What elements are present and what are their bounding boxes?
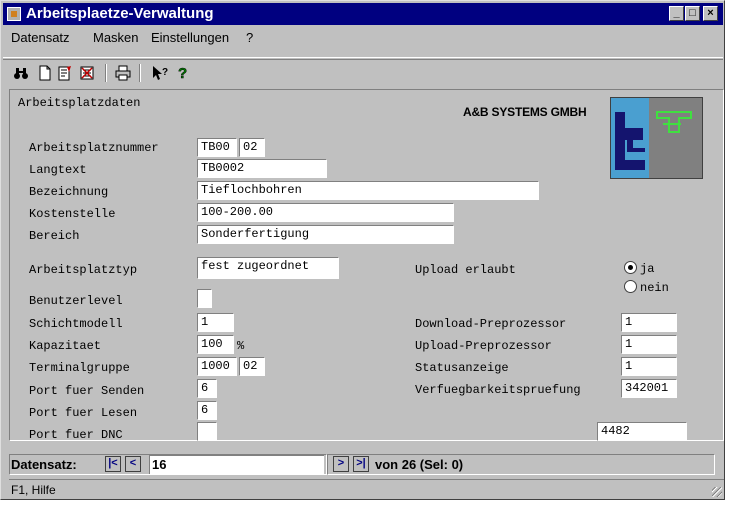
kostenstelle-field[interactable]: 100-200.00 bbox=[197, 203, 454, 222]
label-kapazitaet: Kapazitaet bbox=[29, 339, 102, 353]
label-arbeitsplatznummer: Arbeitsplatznummer bbox=[29, 141, 159, 155]
bereich-field[interactable]: Sonderfertigung bbox=[197, 225, 454, 244]
terminalgruppe-suffix-field[interactable]: 02 bbox=[239, 357, 265, 376]
upload-ja-label: ja bbox=[640, 262, 655, 276]
application-window: Arbeitsplaetze-Verwaltung _ □ × Datensat… bbox=[0, 0, 725, 500]
label-kostenstelle: Kostenstelle bbox=[29, 207, 116, 221]
label-upload-preprozessor: Upload-Preprozessor bbox=[415, 339, 552, 353]
benutzerlevel-field[interactable] bbox=[197, 289, 212, 308]
context-help-icon[interactable]: ? bbox=[151, 65, 168, 81]
binoculars-icon[interactable] bbox=[13, 65, 29, 81]
bezeichnung-field[interactable]: Tieflochbohren bbox=[197, 181, 539, 200]
arbeitsplatztyp-select[interactable]: fest zugeordnet bbox=[197, 257, 339, 279]
label-upload-erlaubt: Upload erlaubt bbox=[415, 263, 516, 277]
arbeitsplatznummer-suffix-field[interactable]: 02 bbox=[239, 138, 265, 157]
next-record-button[interactable]: > bbox=[333, 456, 349, 472]
menu-bar: Datensatz Masken Einstellungen ? bbox=[3, 26, 723, 48]
window-title: Arbeitsplaetze-Verwaltung bbox=[26, 5, 214, 22]
close-button[interactable]: × bbox=[703, 6, 718, 21]
statusanzeige-field[interactable]: 1 bbox=[621, 357, 677, 376]
print-icon[interactable] bbox=[115, 65, 131, 81]
resize-grip[interactable] bbox=[712, 487, 722, 497]
label-port-senden: Port fuer Senden bbox=[29, 384, 145, 398]
title-bar: Arbeitsplaetze-Verwaltung _ □ × bbox=[3, 3, 723, 25]
label-schichtmodell: Schichtmodell bbox=[29, 317, 123, 331]
langtext-field[interactable]: TB0002 bbox=[197, 159, 327, 178]
port-lesen-field[interactable]: 6 bbox=[197, 401, 217, 420]
terminalgruppe-field[interactable]: 1000 bbox=[197, 357, 237, 376]
arbeitsplatznummer-field[interactable]: TB00 bbox=[197, 138, 237, 157]
label-bezeichnung: Bezeichnung bbox=[29, 185, 109, 199]
port-senden-field[interactable]: 6 bbox=[197, 379, 217, 398]
label-benutzerlevel: Benutzerlevel bbox=[29, 294, 123, 308]
app-icon[interactable] bbox=[7, 7, 21, 21]
toolbar-divider bbox=[3, 57, 723, 58]
record-label: Datensatz: bbox=[11, 457, 77, 472]
help-hint: F1, Hilfe bbox=[11, 483, 56, 497]
label-bereich: Bereich bbox=[29, 229, 80, 243]
status-bar: F1, Hilfe bbox=[9, 479, 724, 499]
download-preprozessor-field[interactable]: 1 bbox=[621, 313, 677, 332]
kapazitaet-unit: % bbox=[237, 339, 245, 353]
kapazitaet-field[interactable]: 100 bbox=[197, 335, 234, 354]
maximize-button[interactable]: □ bbox=[685, 6, 700, 21]
upload-nein-radio[interactable] bbox=[624, 280, 637, 293]
upload-ja-radio[interactable] bbox=[624, 261, 637, 274]
delete-document-icon[interactable] bbox=[79, 65, 95, 81]
label-port-lesen: Port fuer Lesen bbox=[29, 406, 138, 420]
upload-nein-label: nein bbox=[640, 281, 669, 295]
upload-preprozessor-field[interactable]: 1 bbox=[621, 335, 677, 354]
svg-text:?: ? bbox=[178, 65, 187, 81]
record-count-text: von 26 (Sel: 0) bbox=[375, 457, 464, 472]
label-arbeitsplatztyp: Arbeitsplatztyp bbox=[29, 263, 138, 277]
label-terminalgruppe: Terminalgruppe bbox=[29, 361, 130, 375]
minimize-button[interactable]: _ bbox=[669, 6, 684, 21]
label-download-preprozessor: Download-Preprozessor bbox=[415, 317, 567, 331]
help-icon[interactable]: ? bbox=[175, 65, 191, 83]
toolbar bbox=[3, 59, 723, 87]
previous-record-button[interactable]: < bbox=[125, 456, 141, 472]
record-number-field[interactable]: 16 bbox=[149, 455, 324, 474]
record-navigation-bar: Datensatz: |< < 16 > >| von 26 (Sel: 0) bbox=[9, 452, 724, 477]
svg-text:?: ? bbox=[162, 67, 168, 78]
label-port-dnc: Port fuer DNC bbox=[29, 428, 123, 442]
company-logo bbox=[610, 97, 703, 179]
verfuegbarkeitspruefung-field[interactable]: 342001 bbox=[621, 379, 677, 398]
first-record-button[interactable]: |< bbox=[105, 456, 121, 472]
label-verfuegbarkeitspruefung: Verfuegbarkeitspruefung bbox=[415, 383, 581, 397]
toolbar-separator bbox=[139, 64, 141, 82]
toolbar-separator bbox=[105, 64, 107, 82]
menu-datensatz[interactable]: Datensatz bbox=[11, 30, 70, 45]
label-statusanzeige: Statusanzeige bbox=[415, 361, 509, 375]
schichtmodell-field[interactable]: 1 bbox=[197, 313, 234, 332]
menu-einstellungen[interactable]: Einstellungen bbox=[151, 30, 229, 45]
port-dnc-field[interactable] bbox=[197, 422, 217, 441]
menu-masken[interactable]: Masken bbox=[93, 30, 139, 45]
last-record-button[interactable]: >| bbox=[353, 456, 369, 472]
edit-document-icon[interactable] bbox=[57, 65, 73, 81]
company-name: A&B SYSTEMS GMBH bbox=[463, 105, 587, 119]
menu-help[interactable]: ? bbox=[246, 30, 253, 45]
label-langtext: Langtext bbox=[29, 163, 87, 177]
extra-numeric-field[interactable]: 4482 bbox=[597, 422, 687, 441]
new-document-icon[interactable] bbox=[37, 65, 53, 81]
section-title: Arbeitsplatzdaten bbox=[18, 96, 141, 110]
